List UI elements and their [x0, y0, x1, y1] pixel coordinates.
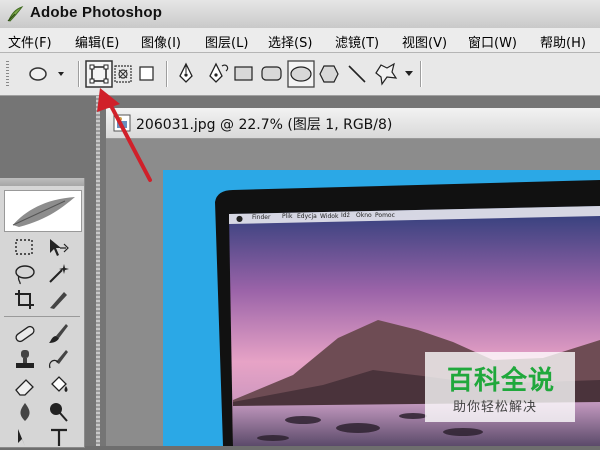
watermark-subtitle: 助你轻松解决 [453, 400, 538, 415]
watermark-title: 百科全说 [447, 366, 556, 396]
